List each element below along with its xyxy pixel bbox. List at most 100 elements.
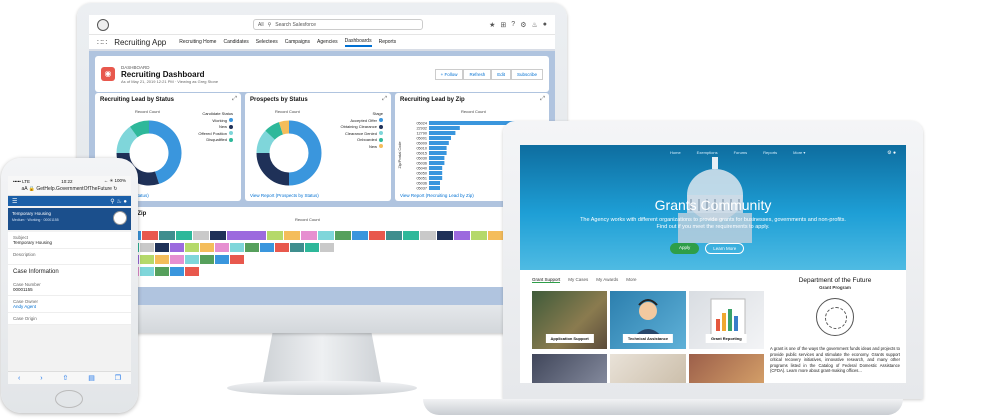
zip-bar[interactable] [429,176,443,180]
stacked-segment[interactable] [142,231,158,240]
stacked-segment[interactable] [210,231,226,240]
nav-item-dashboards[interactable]: Dashboards [344,38,372,47]
donut-slice[interactable] [129,120,150,138]
tab-grant-support[interactable]: Grant Support [532,277,561,283]
edit-button[interactable]: Edit [491,68,511,80]
stacked-segment[interactable] [185,243,199,252]
stacked-segment[interactable] [454,231,470,240]
stacked-segment[interactable] [320,243,334,252]
stacked-segment[interactable] [200,243,214,252]
nav-item-candidates[interactable]: Candidates [223,39,248,45]
tabs-icon[interactable]: ❐ [115,374,121,382]
view-report-link[interactable]: View Report (Prospects by Status) [250,193,319,198]
stacked-segment[interactable] [170,255,184,264]
expand-icon[interactable]: ⤢ [382,96,387,103]
zip-bar[interactable] [429,161,445,165]
stacked-segment[interactable] [230,243,244,252]
stacked-segment[interactable] [193,231,209,240]
settings-gear-icon[interactable]: ⚙ [520,21,526,29]
global-search-input[interactable]: All ⚲ Search Salesforce [253,19,423,30]
stacked-segment[interactable] [140,267,154,276]
nav-item-home[interactable]: Recruiting Home [179,39,216,45]
search-scope[interactable]: All [258,22,264,28]
stacked-segment[interactable] [305,243,319,252]
share-icon[interactable]: ⇧ [62,374,68,382]
nav-item-reports[interactable]: Reports [379,39,397,45]
expand-icon[interactable]: ⤢ [540,96,545,103]
stacked-segment[interactable] [185,267,199,276]
tile-technical-assistance[interactable]: Technical Assistance [610,291,686,349]
apply-button[interactable]: Apply [670,243,700,254]
stacked-segment[interactable] [170,243,184,252]
stacked-segment[interactable] [200,255,214,264]
stacked-segment[interactable] [403,231,419,240]
menu-icon[interactable]: ☰ [12,198,17,205]
notifications-bell-icon[interactable]: ♨ [531,21,537,29]
stacked-segment[interactable] [318,231,334,240]
stacked-segment[interactable] [230,255,244,264]
back-icon[interactable]: ‹ [18,375,20,382]
zip-bar[interactable] [429,126,460,130]
stacked-segment[interactable] [369,231,385,240]
stacked-segment[interactable] [185,255,199,264]
zip-bar[interactable] [429,146,447,150]
zip-bar[interactable] [429,151,447,155]
stacked-segment[interactable] [159,231,175,240]
nav-item-selectees[interactable]: Selectees [256,39,278,45]
donut-slice[interactable] [116,126,138,154]
bookmarks-icon[interactable]: ▤ [88,374,95,382]
stacked-segment[interactable] [488,231,504,240]
url-bar[interactable]: aA 🔒 GetHelp.GovernmentOfTheFuture ↻ [8,186,131,196]
zip-bar[interactable] [429,156,445,160]
stacked-segment[interactable] [215,255,229,264]
stacked-segment[interactable] [284,231,300,240]
stacked-segment[interactable] [386,231,402,240]
stacked-segment[interactable] [155,243,169,252]
stacked-segment[interactable] [140,255,154,264]
stacked-segment[interactable] [245,243,259,252]
donut-slice[interactable] [288,120,322,186]
zip-bar[interactable] [429,171,443,175]
stacked-segment[interactable] [275,243,289,252]
nav-item-campaigns[interactable]: Campaigns [285,39,310,45]
stacked-segment[interactable] [301,231,317,240]
tile-image[interactable] [688,354,764,383]
tile-application-support[interactable]: Application Support [532,291,608,349]
stacked-segment[interactable] [215,243,229,252]
app-launcher-icon[interactable]: ∷∷ [97,38,107,47]
stacked-segment[interactable] [420,231,436,240]
tab-my-awards[interactable]: My Awards [596,277,618,283]
nav-item-agencies[interactable]: Agencies [317,39,338,45]
tile-image[interactable] [532,354,608,383]
tab-more[interactable]: More [626,277,636,283]
view-report-link[interactable]: View Report (Recruiting Lead by Zip) [400,193,474,198]
stacked-segment[interactable] [290,243,304,252]
donut-slice[interactable] [278,120,290,135]
add-icon[interactable]: ⊞ [500,21,506,29]
follow-button[interactable]: + Follow [434,68,464,80]
stacked-segment[interactable] [260,243,274,252]
stacked-segment[interactable] [170,267,184,276]
donut-slice[interactable] [256,130,276,154]
stacked-segment[interactable] [176,231,192,240]
zip-bar[interactable] [429,131,456,135]
avatar[interactable]: ● [543,21,547,29]
tab-my-cases[interactable]: My Cases [568,277,588,283]
case-owner[interactable]: Andy Agent [13,304,126,309]
stacked-segment[interactable] [140,243,154,252]
zip-bar[interactable] [429,166,443,170]
tile-image[interactable] [610,354,686,383]
zip-bar[interactable] [429,181,440,185]
donut-slice[interactable] [256,152,290,186]
stacked-segment[interactable] [155,255,169,264]
nav-more[interactable]: More ▾ [793,150,805,155]
help-icon[interactable]: ? [511,21,515,29]
stacked-segment[interactable] [335,231,351,240]
zip-bar[interactable] [429,141,449,145]
learn-more-button[interactable]: Learn More [705,243,745,254]
donut-slice[interactable] [265,122,284,140]
stacked-segment[interactable] [227,231,266,240]
donut-slice[interactable] [148,120,182,184]
zip-bar[interactable] [429,136,451,140]
user-icons[interactable]: ⚙ ● [887,150,896,156]
